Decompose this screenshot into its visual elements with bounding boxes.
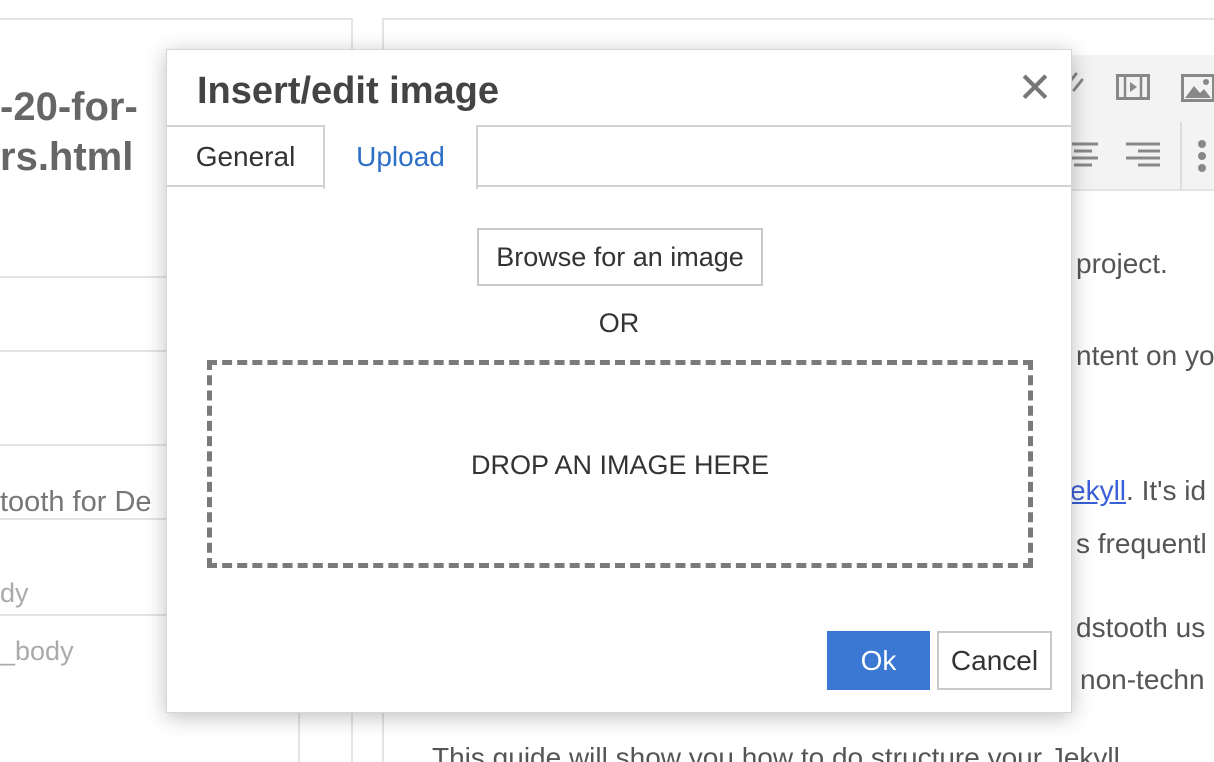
field-label: dy (0, 578, 29, 608)
editor-link[interactable]: ekyll (1070, 475, 1126, 506)
dialog-tabs: General Upload (167, 125, 1071, 189)
document-title-field[interactable]: tooth for De (0, 486, 152, 519)
tab-general[interactable]: General (167, 125, 324, 187)
permalink-slug: -20-for- rs.html (0, 85, 138, 179)
divider (0, 518, 170, 520)
image-dropzone[interactable]: DROP AN IMAGE HERE (207, 360, 1033, 568)
divider (0, 444, 170, 446)
divider (0, 614, 170, 616)
media-icon[interactable] (1116, 74, 1150, 106)
editor-paragraph: ntent on yo (1076, 340, 1214, 371)
editor-paragraph: This guide will show you how to do struc… (432, 742, 1120, 762)
bullet-list-icon[interactable] (1196, 140, 1214, 180)
editor-paragraph: project. (1076, 248, 1168, 279)
browse-image-button[interactable]: Browse for an image (477, 228, 763, 286)
dialog-title: Insert/edit image (197, 70, 499, 112)
close-icon[interactable]: ✕ (1015, 67, 1055, 109)
image-icon[interactable] (1181, 74, 1214, 108)
tab-upload[interactable]: Upload (323, 125, 478, 189)
ok-button[interactable]: Ok (827, 631, 930, 690)
toolbar-separator (1180, 122, 1182, 190)
divider (0, 276, 170, 278)
editor-paragraph: dstooth us (1076, 612, 1206, 643)
align-right-icon[interactable] (1126, 140, 1160, 176)
insert-image-dialog: Insert/edit image ✕ General Upload Brows… (166, 49, 1072, 713)
dropzone-label: DROP AN IMAGE HERE (470, 450, 770, 480)
field-label: _body (0, 636, 74, 666)
editor-paragraph: ekyll. It's id (1070, 475, 1207, 506)
or-separator: OR (598, 308, 640, 338)
divider (0, 350, 170, 352)
align-center-icon[interactable] (1068, 140, 1098, 176)
editor-paragraph: s frequentl (1076, 528, 1207, 559)
editor-paragraph: non-techn (1080, 664, 1205, 695)
cancel-button[interactable]: Cancel (937, 631, 1052, 690)
